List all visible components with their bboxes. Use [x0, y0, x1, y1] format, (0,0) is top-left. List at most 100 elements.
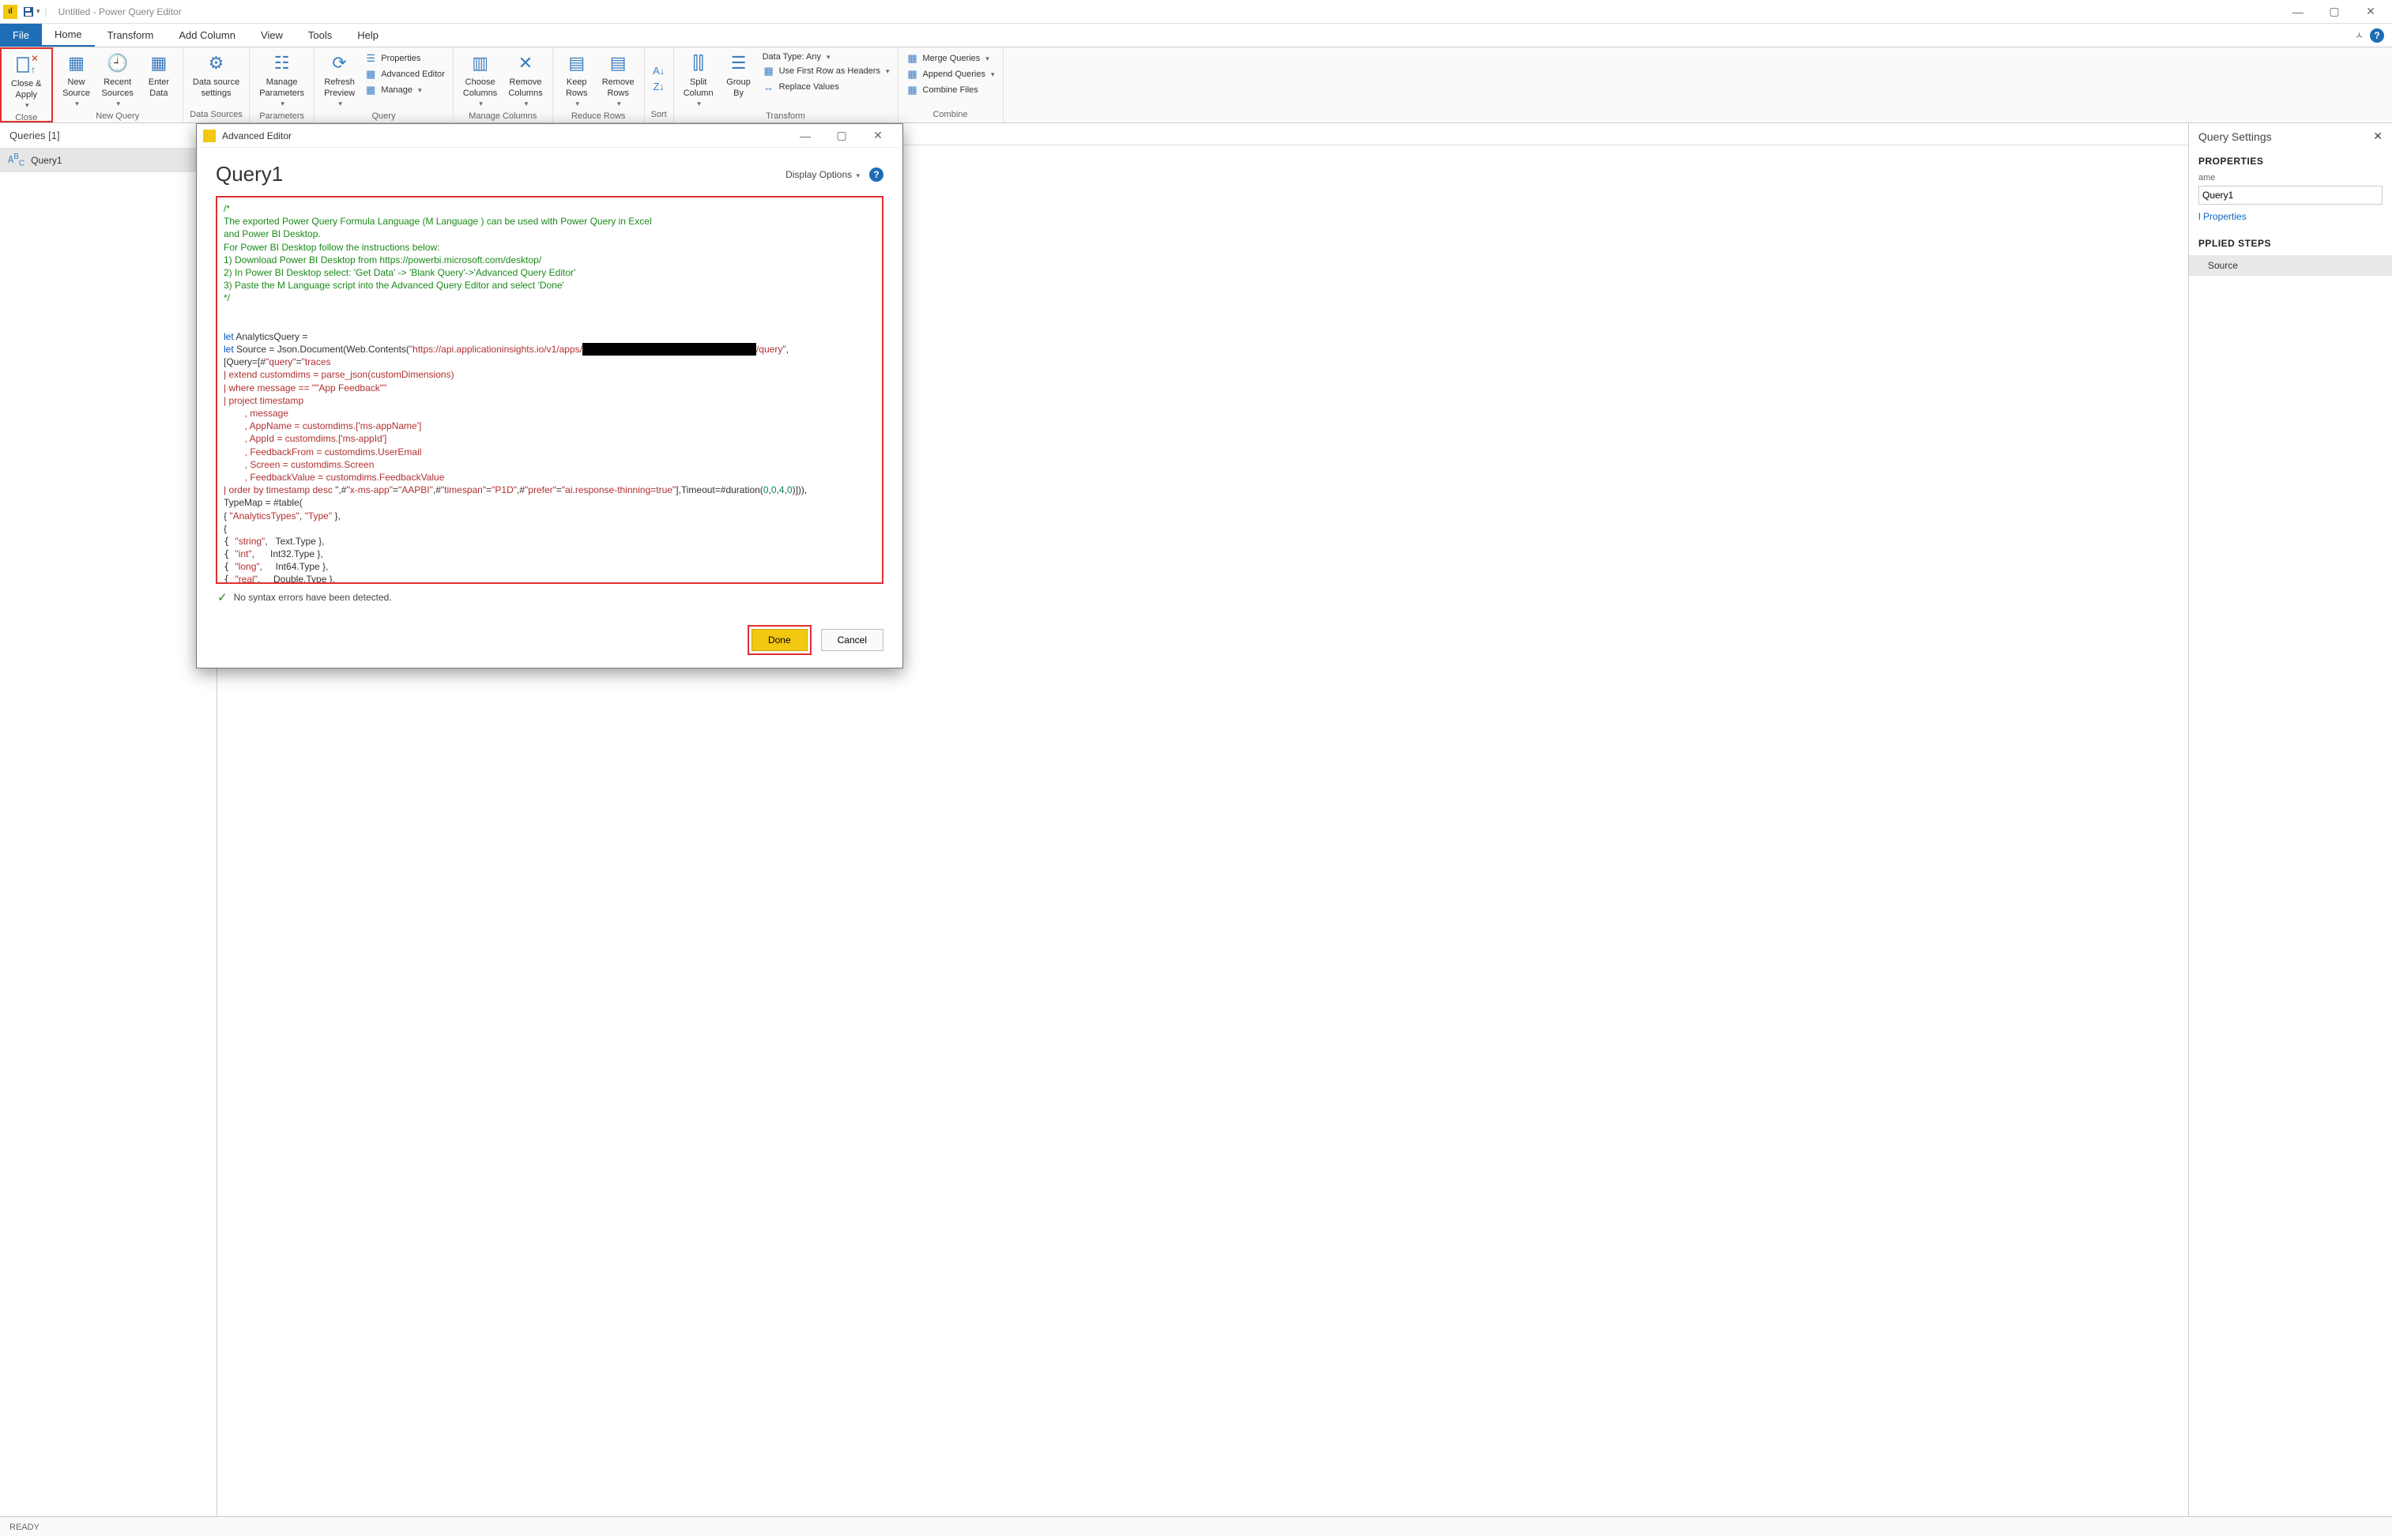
svg-text:↑: ↑: [31, 64, 36, 75]
replace-values-button[interactable]: ↔Replace Values: [759, 80, 893, 94]
headers-icon: ▦: [763, 65, 775, 77]
ribbon-group-close: ✕↑ Close & Apply▾ Close: [0, 47, 53, 122]
group-by-button[interactable]: ☰Group By: [720, 49, 758, 101]
dialog-close-button[interactable]: ✕: [860, 124, 896, 148]
remove-columns-button[interactable]: ✕Remove Columns▾: [503, 49, 547, 110]
dialog-query-name: Query1: [216, 162, 283, 186]
manage-parameters-button[interactable]: ☷Manage Parameters▾: [254, 49, 309, 110]
ribbon-label-sort: Sort: [650, 108, 669, 121]
append-queries-button[interactable]: ▦Append Queries▾: [903, 67, 998, 81]
close-apply-icon: ✕↑: [13, 52, 39, 77]
ribbon-label-combine: Combine: [903, 108, 998, 121]
recent-sources-button[interactable]: 🕘Recent Sources▾: [97, 49, 138, 110]
properties-button[interactable]: ☰Properties: [361, 51, 448, 66]
adv-editor-icon: ▦: [364, 68, 377, 81]
close-settings-icon[interactable]: ✕: [2373, 130, 2383, 143]
ribbon-group-new-query: ▦New Source▾ 🕘Recent Sources▾ ▦Enter Dat…: [53, 47, 183, 122]
code-editor[interactable]: /* The exported Power Query Formula Lang…: [216, 196, 883, 584]
display-options-button[interactable]: Display Options ▾: [785, 169, 860, 180]
sort-asc-icon: A↓: [653, 65, 665, 77]
tab-tools[interactable]: Tools: [296, 24, 345, 47]
help-icon[interactable]: ?: [2370, 28, 2384, 43]
all-properties-link[interactable]: l Properties: [2189, 211, 2392, 232]
data-source-icon: ⚙: [204, 51, 229, 76]
qat-dropdown-icon[interactable]: ▾: [36, 7, 40, 16]
ribbon-group-parameters: ☷Manage Parameters▾ Parameters: [250, 47, 315, 122]
combine-files-button[interactable]: ▦Combine Files: [903, 83, 998, 97]
keep-rows-button[interactable]: ▤Keep Rows▾: [558, 49, 596, 110]
ribbon-group-reduce-rows: ▤Keep Rows▾ ▤Remove Rows▾ Reduce Rows: [553, 47, 645, 122]
merge-icon: ▦: [906, 52, 919, 65]
query-name-input[interactable]: [2198, 186, 2383, 205]
ribbon-label-data-sources: Data Sources: [188, 108, 244, 121]
tab-file[interactable]: File: [0, 24, 42, 47]
data-type-button[interactable]: Data Type: Any▾: [759, 51, 893, 62]
remove-rows-button[interactable]: ▤Remove Rows▾: [597, 49, 639, 110]
dialog-minimize-button[interactable]: —: [787, 124, 823, 148]
ribbon-group-sort: A↓ Z↓ Sort: [645, 47, 674, 122]
keep-rows-icon: ▤: [564, 51, 590, 76]
group-icon: ☰: [726, 51, 752, 76]
applied-step-source[interactable]: Source: [2189, 255, 2392, 276]
ribbon-collapse-icon[interactable]: ㅅ: [2355, 28, 2364, 42]
svg-text:✕: ✕: [31, 54, 37, 64]
cancel-button[interactable]: Cancel: [821, 629, 883, 651]
settings-title: Query Settings: [2198, 130, 2272, 143]
menu-bar: File Home Transform Add Column View Tool…: [0, 24, 2392, 47]
ribbon-label-parameters: Parameters: [254, 110, 309, 122]
tab-view[interactable]: View: [248, 24, 296, 47]
ribbon-label-query: Query: [319, 110, 448, 122]
ribbon-group-transform: ⫿⫿Split Column▾ ☰Group By Data Type: Any…: [674, 47, 898, 122]
enter-data-button[interactable]: ▦Enter Data: [140, 49, 178, 101]
data-source-settings-button[interactable]: ⚙Data source settings: [188, 49, 244, 101]
ribbon-group-combine: ▦Merge Queries▾ ▦Append Queries▾ ▦Combin…: [898, 47, 1004, 122]
dialog-help-icon[interactable]: ?: [869, 168, 883, 182]
merge-queries-button[interactable]: ▦Merge Queries▾: [903, 51, 998, 66]
new-source-button[interactable]: ▦New Source▾: [58, 49, 96, 110]
query-type-icon: ABC: [8, 152, 24, 168]
maximize-button[interactable]: ▢: [2316, 0, 2352, 24]
window-title: Untitled - Power Query Editor: [58, 6, 182, 17]
enter-data-icon: ▦: [146, 51, 171, 76]
queries-header: Queries [1]: [0, 123, 217, 148]
dialog-app-icon: [203, 130, 216, 142]
remove-columns-icon: ✕: [513, 51, 538, 76]
split-column-button[interactable]: ⫿⫿Split Column▾: [679, 49, 718, 110]
dialog-maximize-button[interactable]: ▢: [823, 124, 860, 148]
tab-help[interactable]: Help: [345, 24, 391, 47]
ribbon-label-new-query: New Query: [58, 110, 178, 122]
sort-asc-button[interactable]: A↓: [650, 64, 669, 78]
first-row-headers-button[interactable]: ▦Use First Row as Headers▾: [759, 64, 893, 78]
recent-sources-icon: 🕘: [105, 51, 130, 76]
app-icon: ıl: [3, 5, 17, 19]
close-apply-button[interactable]: ✕↑ Close & Apply▾: [6, 51, 47, 111]
queries-pane: Queries [1] ABC Query1: [0, 123, 217, 1516]
advanced-editor-button[interactable]: ▦Advanced Editor: [361, 67, 448, 81]
done-button[interactable]: Done: [752, 629, 808, 651]
sort-desc-button[interactable]: Z↓: [650, 80, 669, 94]
name-label: ame: [2189, 173, 2392, 186]
refresh-icon: ⟳: [327, 51, 352, 76]
choose-columns-button[interactable]: ▥Choose Columns▾: [458, 49, 502, 110]
tab-transform[interactable]: Transform: [95, 24, 167, 47]
query-item[interactable]: ABC Query1: [0, 148, 217, 172]
close-window-button[interactable]: ✕: [2352, 0, 2389, 24]
ribbon-label-transform: Transform: [679, 110, 893, 122]
manage-button[interactable]: ▦Manage▾: [361, 83, 448, 97]
syntax-status: ✓ No syntax errors have been detected.: [216, 584, 883, 611]
ribbon-label-manage-columns: Manage Columns: [458, 110, 548, 122]
refresh-preview-button[interactable]: ⟳Refresh Preview▾: [319, 49, 360, 110]
tab-add-column[interactable]: Add Column: [166, 24, 248, 47]
query-settings-pane: Query Settings✕ PROPERTIES ame l Propert…: [2188, 123, 2392, 1516]
ribbon-group-data-sources: ⚙Data source settings Data Sources: [183, 47, 250, 122]
tab-home[interactable]: Home: [42, 24, 95, 47]
combine-files-icon: ▦: [906, 84, 919, 96]
query-name: Query1: [31, 155, 62, 166]
ribbon-label-reduce-rows: Reduce Rows: [558, 110, 639, 122]
ribbon: ✕↑ Close & Apply▾ Close ▦New Source▾ 🕘Re…: [0, 47, 2392, 123]
save-icon[interactable]: [22, 6, 35, 18]
dialog-titlebar: Advanced Editor — ▢ ✕: [197, 124, 902, 148]
minimize-button[interactable]: —: [2280, 0, 2316, 24]
dialog-title: Advanced Editor: [222, 130, 292, 141]
properties-icon: ☰: [364, 52, 377, 65]
